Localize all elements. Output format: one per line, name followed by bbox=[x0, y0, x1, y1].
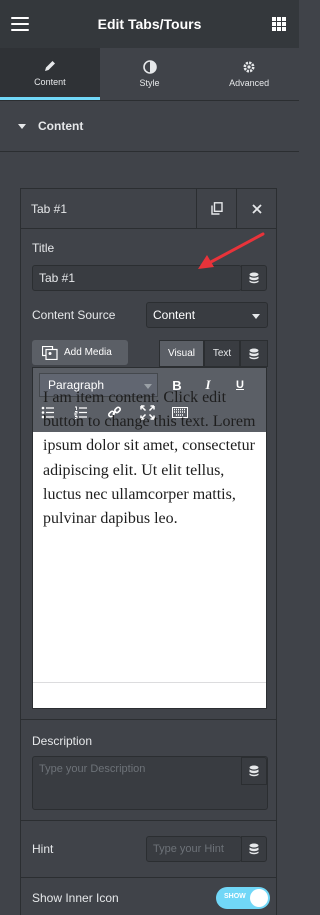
copy-icon bbox=[210, 202, 223, 215]
database-icon bbox=[249, 765, 259, 777]
add-media-button[interactable]: Add Media bbox=[32, 340, 128, 365]
database-icon bbox=[249, 843, 259, 855]
tab-text[interactable]: Text bbox=[204, 340, 240, 367]
hint-input[interactable]: Type your Hint bbox=[146, 836, 242, 862]
repeater-item-header[interactable]: Tab #1 bbox=[21, 189, 276, 229]
grid-icon[interactable] bbox=[272, 17, 286, 31]
divider bbox=[21, 719, 276, 720]
chevron-down-icon bbox=[252, 314, 260, 319]
tab-advanced[interactable]: Advanced bbox=[199, 48, 299, 100]
panel-header: Edit Tabs/Tours bbox=[0, 0, 299, 48]
repeater-item: Tab #1 Title Tab #1 Content Source Conte… bbox=[20, 188, 277, 915]
hint-label: Hint bbox=[32, 842, 54, 856]
hint-dynamic-button[interactable] bbox=[241, 836, 267, 862]
divider bbox=[21, 820, 276, 821]
content-source-value: Content bbox=[153, 308, 196, 322]
editor-statusbar bbox=[33, 682, 266, 708]
wysiwyg-editor: Paragraph B I U I am item content. Click… bbox=[32, 367, 267, 709]
tab-style[interactable]: Style bbox=[100, 48, 200, 100]
hamburger-icon[interactable] bbox=[11, 17, 29, 31]
tab-visual[interactable]: Visual bbox=[159, 340, 204, 367]
annotation-arrow bbox=[198, 232, 265, 269]
panel-tabs: Content Style Advanced bbox=[0, 48, 299, 100]
show-inner-icon-label: Show Inner Icon bbox=[32, 891, 119, 905]
editor-dynamic-button[interactable] bbox=[240, 340, 268, 367]
tab-content[interactable]: Content bbox=[0, 48, 100, 100]
editor-content[interactable]: I am item content. Click edit button to … bbox=[43, 386, 263, 531]
database-icon bbox=[249, 348, 259, 359]
close-icon bbox=[251, 203, 262, 214]
tab-style-label: Style bbox=[139, 78, 160, 88]
show-inner-icon-toggle[interactable]: SHOW bbox=[216, 887, 270, 909]
description-dynamic-button[interactable] bbox=[241, 757, 267, 785]
panel-title: Edit Tabs/Tours bbox=[97, 16, 202, 32]
tab-advanced-label: Advanced bbox=[229, 78, 270, 88]
content-source-select[interactable]: Content bbox=[146, 302, 268, 328]
database-icon bbox=[249, 272, 259, 284]
description-label: Description bbox=[32, 734, 93, 748]
section-content-toggle[interactable]: Content bbox=[0, 100, 299, 152]
description-textarea[interactable]: Type your Description bbox=[32, 756, 268, 810]
add-media-label: Add Media bbox=[64, 347, 112, 358]
tab-content-label: Content bbox=[34, 76, 66, 87]
pencil-icon bbox=[44, 60, 55, 71]
caret-down-icon bbox=[18, 123, 26, 129]
media-icon bbox=[42, 345, 58, 360]
duplicate-button[interactable] bbox=[196, 189, 236, 228]
content-source-label: Content Source bbox=[32, 308, 116, 322]
toggle-knob bbox=[250, 889, 268, 907]
toggle-text: SHOW bbox=[224, 893, 246, 900]
divider bbox=[21, 877, 276, 878]
contrast-icon bbox=[142, 60, 157, 74]
remove-button[interactable] bbox=[236, 189, 276, 228]
gear-icon bbox=[243, 61, 255, 73]
section-title: Content bbox=[38, 119, 84, 133]
title-label: Title bbox=[32, 241, 55, 255]
repeater-item-title: Tab #1 bbox=[31, 201, 68, 216]
